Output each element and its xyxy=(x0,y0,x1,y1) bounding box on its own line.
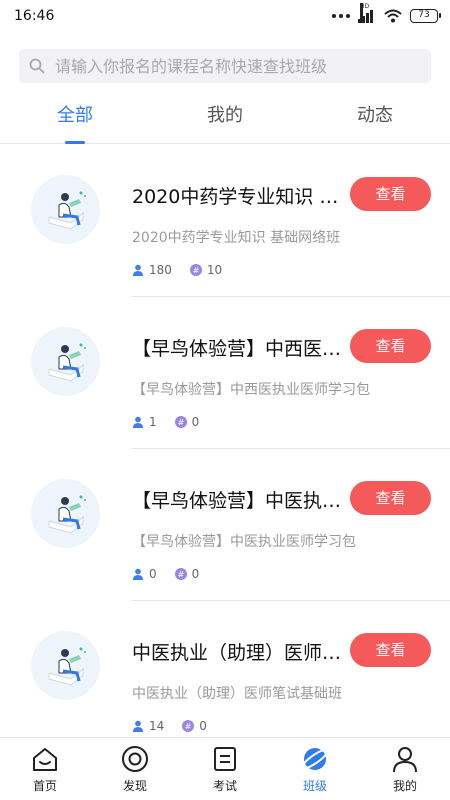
student-count-value: 180 xyxy=(149,263,172,277)
wifi-icon xyxy=(384,9,402,23)
svg-text:#: # xyxy=(177,418,184,427)
svg-text:#: # xyxy=(177,570,184,579)
discover-icon xyxy=(122,746,148,772)
tab-mine[interactable]: 我的 xyxy=(150,88,300,143)
topic-count-value: 10 xyxy=(206,263,223,277)
nav-home-label: 首页 xyxy=(32,779,57,793)
student-count: 1 xyxy=(132,415,157,429)
reading-person-icon xyxy=(48,647,86,686)
student-count: 0 xyxy=(132,567,157,581)
nav-exam[interactable]: 考试 xyxy=(180,738,270,800)
reading-person-icon xyxy=(48,343,86,382)
tab-all[interactable]: 全部 xyxy=(0,88,150,144)
course-item[interactable]: 2020中药学专业知识 基础网络班 查看 2020中药学专业知识 基础网络班 1… xyxy=(0,145,450,297)
course-title: 【早鸟体验营】中西医执业医师学习包 xyxy=(132,338,347,360)
course-stats: 0 # 0 xyxy=(132,567,217,581)
nav-profile-label: 我的 xyxy=(392,779,417,793)
nav-exam-label: 考试 xyxy=(212,779,237,793)
view-button[interactable]: 查看 xyxy=(350,633,431,667)
course-avatar xyxy=(31,631,100,700)
profile-icon xyxy=(393,747,417,773)
course-avatar xyxy=(31,327,100,396)
status-icons: HD 73 xyxy=(332,3,441,23)
view-button[interactable]: 查看 xyxy=(350,177,431,211)
topic-count-value: 0 xyxy=(191,415,200,429)
view-button[interactable]: 查看 xyxy=(350,481,431,515)
nav-home[interactable]: 首页 xyxy=(0,738,90,800)
course-title: 中医执业（助理）医师笔试基础班 xyxy=(132,642,347,664)
hashtag-icon: # xyxy=(182,720,195,732)
course-stats: 1 # 0 xyxy=(132,415,217,429)
topic-count-value: 0 xyxy=(199,719,207,733)
course-subtitle: 【早鸟体验营】中西医执业医师学习包 xyxy=(132,382,370,398)
student-count-value: 1 xyxy=(149,415,157,429)
home-icon xyxy=(33,748,57,771)
hashtag-icon: # xyxy=(174,568,187,580)
reading-person-icon xyxy=(48,191,86,230)
student-count: 14 xyxy=(132,719,164,733)
student-count: 180 xyxy=(132,263,172,277)
hashtag-icon: # xyxy=(174,416,187,428)
course-stats: 180 # 10 xyxy=(132,263,240,277)
person-icon xyxy=(133,720,143,732)
course-stats: 14 # 0 xyxy=(132,719,225,733)
person-icon xyxy=(133,264,143,276)
svg-text:#: # xyxy=(193,266,200,275)
course-subtitle: 中医执业（助理）医师笔试基础班 xyxy=(132,686,342,702)
person-icon xyxy=(133,416,143,428)
nav-class-label: 班级 xyxy=(302,779,327,793)
course-subtitle: 2020中药学专业知识 基础网络班 xyxy=(132,230,341,246)
reading-person-icon xyxy=(48,495,86,534)
battery-icon: 73 xyxy=(410,9,441,23)
nav-discover-label: 发现 xyxy=(122,779,147,793)
course-avatar xyxy=(31,479,100,548)
nav-class[interactable]: 班级 xyxy=(270,738,360,800)
topic-count: # 10 xyxy=(189,263,223,277)
topic-count: # 0 xyxy=(182,719,207,733)
hashtag-icon: # xyxy=(189,264,202,276)
class-icon xyxy=(301,748,329,770)
student-count-value: 14 xyxy=(149,719,165,733)
nav-discover[interactable]: 发现 xyxy=(90,738,180,800)
topic-count-value: 0 xyxy=(191,567,200,581)
status-time: 16:46 xyxy=(14,8,55,24)
course-item[interactable]: 【早鸟体验营】中西医执业医师学习包 查看 【早鸟体验营】中西医执业医师学习包 1… xyxy=(0,297,450,449)
course-subtitle: 【早鸟体验营】中医执业医师学习包 xyxy=(132,534,356,550)
topic-count: # 0 xyxy=(174,415,200,429)
tab-bar: 全部 我的 动态 xyxy=(0,88,450,144)
more-dots-icon xyxy=(332,14,350,18)
student-count-value: 0 xyxy=(149,567,157,581)
bottom-nav: 首页 发现 考试 班级 我的 xyxy=(0,737,450,800)
tab-activity[interactable]: 动态 xyxy=(300,88,450,143)
search-icon xyxy=(29,58,45,74)
signal-icon: HD xyxy=(358,3,376,23)
course-avatar xyxy=(31,175,100,244)
search-input[interactable] xyxy=(55,56,415,76)
status-bar: 16:46 HD 73 xyxy=(0,0,450,32)
nav-profile[interactable]: 我的 xyxy=(360,738,450,800)
exam-icon xyxy=(214,747,236,771)
course-title: 【早鸟体验营】中医执业医师学习包 xyxy=(132,490,347,512)
course-title: 2020中药学专业知识 基础网络班 xyxy=(132,186,347,208)
view-button[interactable]: 查看 xyxy=(350,329,431,363)
course-item[interactable]: 中医执业（助理）医师笔试基础班 查看 中医执业（助理）医师笔试基础班 14 # … xyxy=(0,601,450,737)
search-bar[interactable] xyxy=(19,49,431,83)
topic-count: # 0 xyxy=(174,567,200,581)
course-item[interactable]: 【早鸟体验营】中医执业医师学习包 查看 【早鸟体验营】中医执业医师学习包 0 #… xyxy=(0,449,450,601)
person-icon xyxy=(133,568,143,580)
svg-text:#: # xyxy=(185,722,192,731)
course-list: 2020中药学专业知识 基础网络班 查看 2020中药学专业知识 基础网络班 1… xyxy=(0,145,450,737)
